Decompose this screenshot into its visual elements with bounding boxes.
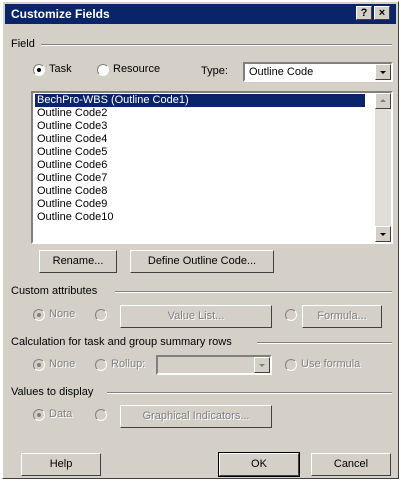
title-bar: Customize Fields ? × [5,4,396,24]
type-dropdown-arrow-icon[interactable] [375,64,391,80]
resource-radio[interactable] [97,64,109,76]
rollup-label: Rollup: [111,358,146,370]
help-title-button[interactable]: ? [356,6,372,20]
value-list-button[interactable]: Value List... [120,305,272,328]
close-title-button[interactable]: × [374,6,390,20]
cancel-button[interactable]: Cancel [311,453,391,476]
list-scrollbar[interactable] [375,93,391,242]
field-list[interactable]: BechPro-WBS (Outline Code1) Outline Code… [31,91,393,244]
ok-button[interactable]: OK [218,452,300,477]
rollup-dropdown-arrow-icon[interactable] [254,357,270,373]
resource-radio-label[interactable]: Resource [113,63,160,75]
calc-none-radio[interactable] [33,359,45,371]
use-formula-radio[interactable] [285,359,297,371]
list-item[interactable]: Outline Code8 [35,185,107,198]
value-list-radio[interactable] [95,309,107,321]
list-item[interactable]: Outline Code6 [35,159,107,172]
help-button[interactable]: Help [21,453,101,476]
use-formula-label: Use formula [301,358,361,370]
rollup-dropdown[interactable] [156,355,272,375]
list-item[interactable]: Outline Code4 [35,133,107,146]
custom-attributes-label: Custom attributes [11,285,98,297]
custom-none-radio[interactable] [33,309,45,321]
list-item[interactable]: Outline Code10 [35,211,113,224]
graphical-radio[interactable] [95,409,107,421]
graphical-indicators-button-label: Graphical Indicators... [142,410,250,422]
values-display-separator [107,392,392,394]
data-radio-label: Data [49,408,73,420]
data-radio[interactable] [33,409,45,421]
scroll-down-icon[interactable] [375,226,391,242]
task-radio[interactable] [33,64,45,76]
custom-attributes-separator [115,291,392,293]
define-outline-code-button[interactable]: Define Outline Code... [130,250,274,273]
list-item[interactable]: Outline Code9 [35,198,107,211]
formula-radio[interactable] [285,309,297,321]
values-display-label: Values to display [11,386,94,398]
field-group-label: Field [11,38,35,50]
help-button-label: Help [49,458,73,470]
graphical-indicators-button[interactable]: Graphical Indicators... [120,405,272,428]
dialog-title: Customize Fields [11,7,110,21]
rollup-radio[interactable] [95,359,107,371]
calculation-label: Calculation for task and group summary r… [11,336,232,348]
formula-button[interactable]: Formula... [302,305,382,328]
value-list-button-label: Value List... [167,310,225,322]
list-item[interactable]: BechPro-WBS (Outline Code1) [35,94,365,107]
formula-button-label: Formula... [317,310,367,322]
task-radio-label[interactable]: Task [49,63,72,75]
custom-none-label: None [49,308,76,320]
list-item[interactable]: Outline Code2 [35,107,107,120]
type-dropdown[interactable]: Outline Code [243,62,393,82]
customize-fields-dialog: Customize Fields ? × Field Task Resource… [2,1,399,479]
list-item[interactable]: Outline Code3 [35,120,107,133]
type-dropdown-value: Outline Code [249,66,314,78]
calculation-separator [257,342,392,344]
rename-button-label: Rename... [52,255,104,267]
list-item[interactable]: Outline Code7 [35,172,107,185]
list-item[interactable]: Outline Code5 [35,146,107,159]
ok-button-label: OK [251,458,267,470]
field-separator [41,44,392,46]
scroll-up-icon[interactable] [375,93,391,109]
cancel-button-label: Cancel [333,458,369,470]
define-outline-code-button-label: Define Outline Code... [147,255,257,267]
calc-none-label: None [49,358,76,370]
type-label: Type: [201,65,228,77]
rename-button[interactable]: Rename... [39,250,117,273]
